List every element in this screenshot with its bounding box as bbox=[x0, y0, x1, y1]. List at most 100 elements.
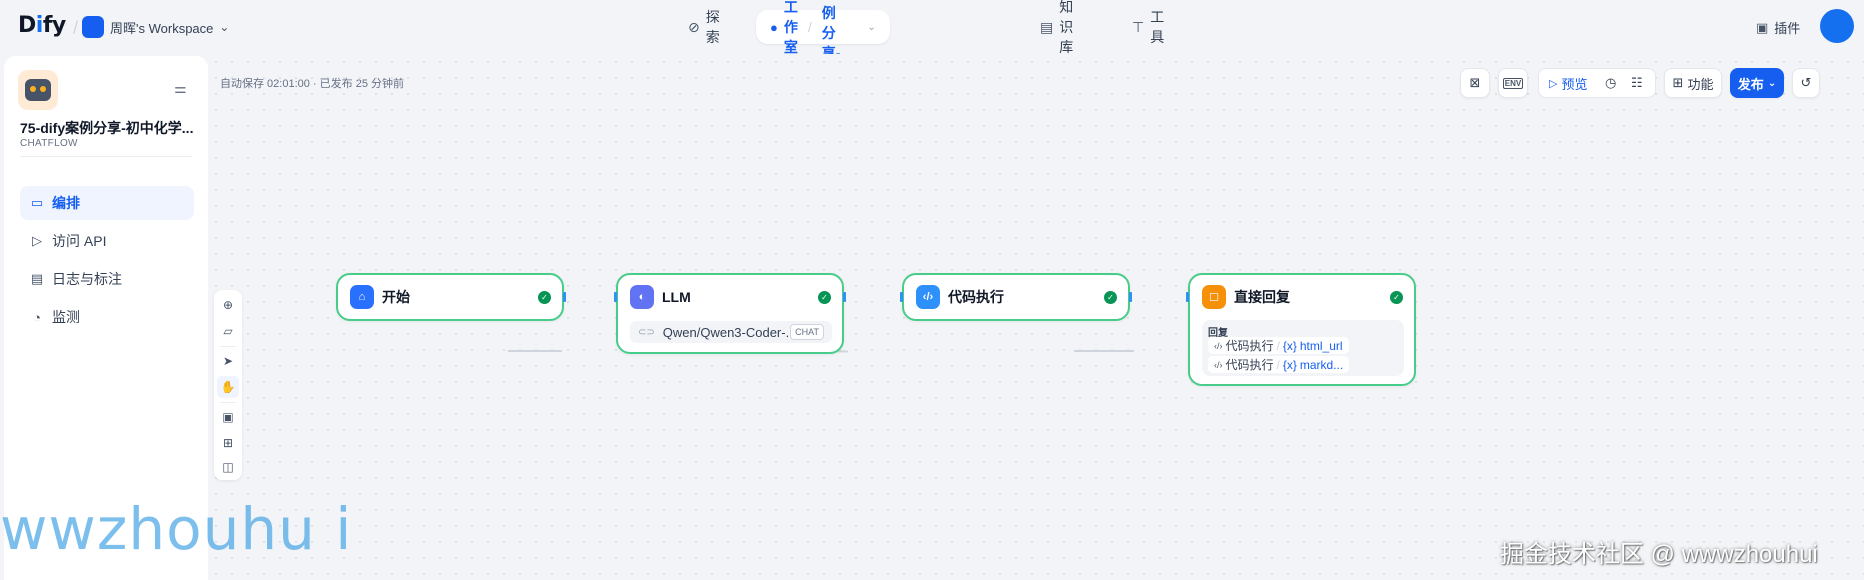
sidebar-item-logs[interactable]: ▤ 日志与标注 bbox=[20, 262, 194, 296]
publish-button[interactable]: 发布 ⌄ bbox=[1730, 68, 1784, 98]
sidebar-item-api[interactable]: ▷ 访问 API bbox=[20, 224, 194, 258]
export-image-icon[interactable]: ▣ bbox=[217, 406, 239, 428]
node-header: ⌂ 开始 bbox=[350, 285, 410, 309]
preview-label: 预览 bbox=[1561, 76, 1588, 92]
env-icon: ENV bbox=[1502, 77, 1524, 89]
node-code[interactable]: ‹/› 代码执行 ✓ bbox=[902, 273, 1130, 321]
check-circle-icon: ✓ bbox=[538, 291, 551, 304]
node-input-handle[interactable] bbox=[614, 292, 617, 302]
code-icon: ‹/› bbox=[916, 285, 940, 309]
sidebar-item-label: 编排 bbox=[52, 195, 80, 211]
model-selector[interactable]: ⊂⊃ Qwen/Qwen3-Coder-... CHAT bbox=[630, 321, 832, 343]
node-output-handle[interactable] bbox=[1129, 292, 1132, 302]
sidebar-item-orchestrate[interactable]: ▭ 编排 bbox=[20, 186, 194, 220]
nav-explore[interactable]: ⊘ 探索 bbox=[688, 9, 720, 45]
hammer-icon: ⊤ bbox=[1132, 18, 1145, 35]
checklist-toggle-button[interactable]: ☷ bbox=[1631, 69, 1643, 97]
compass-icon: ⊘ bbox=[688, 18, 700, 35]
add-note-icon[interactable]: ▱ bbox=[217, 320, 239, 342]
sidebar-divider bbox=[20, 156, 192, 157]
brain-icon: ◐ bbox=[630, 285, 654, 309]
node-title: LLM bbox=[662, 289, 691, 305]
edge-code-answer[interactable] bbox=[1074, 350, 1134, 352]
canvas-tool-palette: ⊕ ▱ ➤ ✋ ▣ ⊞ ◫ bbox=[214, 290, 242, 480]
features-label: 功能 bbox=[1687, 76, 1714, 92]
palette-divider bbox=[220, 402, 236, 403]
minimap-icon[interactable]: ◫ bbox=[217, 456, 239, 478]
node-output-handle[interactable] bbox=[563, 292, 566, 302]
node-header: ◐ LLM bbox=[630, 285, 691, 309]
reply-variable: ‹/› 代码执行 / {x} html_url bbox=[1208, 337, 1349, 354]
workspace-switcher[interactable]: 周晖's Workspace ⌄ bbox=[82, 16, 229, 38]
nav-tools[interactable]: ⊤ 工具 bbox=[1132, 9, 1164, 45]
features-button[interactable]: ⊞ 功能 bbox=[1664, 68, 1722, 98]
reply-preview: 回复 ‹/› 代码执行 / {x} html_url ‹/› 代码执行 / {x… bbox=[1202, 320, 1404, 376]
edge-start-llm[interactable] bbox=[508, 350, 562, 352]
file-text-icon: ▤ bbox=[30, 271, 44, 286]
sliders-icon[interactable]: ⚌ bbox=[174, 80, 187, 97]
autosave-status: 自动保存 02:01:00 · 已发布 25 分钟前 bbox=[220, 78, 404, 90]
node-llm[interactable]: ◐ LLM ✓ ⊂⊃ Qwen/Qwen3-Coder-... CHAT bbox=[616, 273, 844, 354]
hand-icon[interactable]: ✋ bbox=[217, 376, 239, 398]
reply-variable: ‹/› 代码执行 / {x} markd... bbox=[1208, 356, 1350, 373]
features-icon: ⊞ bbox=[1672, 75, 1684, 90]
breadcrumb-separator: / bbox=[807, 19, 812, 35]
variable-name: html_url bbox=[1299, 338, 1343, 353]
model-name: Qwen/Qwen3-Coder-... bbox=[662, 324, 797, 340]
code-icon: ‹/› bbox=[1214, 359, 1223, 370]
mode-badge: CHAT bbox=[790, 324, 824, 340]
terminal-icon: ▷ bbox=[32, 233, 42, 248]
variable-icon: {x} bbox=[1282, 357, 1297, 372]
node-answer[interactable]: ☐ 直接回复 ✓ 回复 ‹/› 代码执行 / {x} html_url ‹/› … bbox=[1188, 273, 1416, 386]
run-history-button[interactable]: ◷ bbox=[1605, 69, 1616, 97]
checklist-button[interactable]: ⊠ bbox=[1460, 68, 1490, 98]
top-bar: Dify / 周晖's Workspace ⌄ ⊘ 探索 ● 工作室 / 75-… bbox=[0, 0, 1864, 101]
preview-button[interactable]: ▷ 预览 bbox=[1549, 69, 1587, 97]
code-icon: ‹/› bbox=[1214, 340, 1223, 351]
logo-separator: / bbox=[73, 18, 79, 38]
node-output-handle[interactable] bbox=[843, 292, 846, 302]
sidebar-item-label: 访问 API bbox=[52, 233, 107, 249]
node-start[interactable]: ⌂ 开始 ✓ bbox=[336, 273, 564, 321]
app-icon bbox=[18, 70, 58, 110]
version-history-button[interactable]: ↺ bbox=[1792, 68, 1820, 98]
variable-separator: / bbox=[1276, 338, 1280, 353]
dify-logo[interactable]: Dify bbox=[18, 13, 66, 38]
organize-blocks-icon[interactable]: ⊞ bbox=[217, 432, 239, 454]
variable-name: markd... bbox=[1299, 357, 1344, 372]
palette-divider bbox=[220, 346, 236, 347]
play-icon: ▷ bbox=[1549, 77, 1558, 90]
gauge-icon: ◔ bbox=[33, 309, 41, 325]
watermark-left: wwzhouhu i bbox=[0, 495, 353, 563]
pointer-icon[interactable]: ➤ bbox=[217, 350, 239, 372]
variable-icon: {x} bbox=[1282, 338, 1297, 353]
workspace-avatar bbox=[82, 16, 104, 38]
book-icon: ▤ bbox=[1040, 18, 1054, 35]
env-button[interactable]: ENV bbox=[1498, 68, 1528, 98]
nav-studio[interactable]: ● 工作室 / 75-dify案例分享-初中... ⌄ bbox=[756, 0, 890, 101]
add-node-icon[interactable]: ⊕ bbox=[217, 294, 239, 316]
user-avatar[interactable] bbox=[1820, 9, 1854, 43]
sidebar-item-label: 日志与标注 bbox=[52, 271, 122, 287]
robot-icon bbox=[25, 79, 51, 101]
variable-node: 代码执行 bbox=[1225, 339, 1274, 353]
check-circle-icon: ✓ bbox=[818, 291, 831, 304]
nav-knowledge[interactable]: ▤ 知识库 bbox=[1040, 0, 1073, 55]
clipboard-x-icon: ⊠ bbox=[1469, 75, 1481, 90]
node-title: 代码执行 bbox=[948, 289, 1004, 305]
watermark-right: 掘金技术社区 @ wwwzhouhui bbox=[1500, 541, 1818, 568]
link-icon: ⊂⊃ bbox=[638, 326, 655, 338]
nav-studio-label: 工作室 bbox=[783, 0, 798, 55]
workflow-canvas[interactable]: 自动保存 02:01:00 · 已发布 25 分钟前 ⊠ ENV ▷ 预览 ◷ … bbox=[208, 54, 1864, 580]
publish-label: 发布 bbox=[1737, 76, 1764, 92]
sidebar-item-monitor[interactable]: ◔ 监测 bbox=[20, 300, 194, 334]
chevron-down-icon: ⌄ bbox=[1767, 77, 1777, 89]
home-icon: ⌂ bbox=[350, 285, 374, 309]
plugins-button[interactable]: ▣ 插件 bbox=[1756, 18, 1800, 37]
variable-node: 代码执行 bbox=[1225, 358, 1274, 372]
node-input-handle[interactable] bbox=[900, 292, 903, 302]
layout-icon: ▭ bbox=[30, 195, 44, 210]
sidebar-item-label: 监测 bbox=[52, 309, 80, 325]
node-input-handle[interactable] bbox=[1186, 292, 1189, 302]
app-type: CHATFLOW bbox=[20, 138, 78, 149]
